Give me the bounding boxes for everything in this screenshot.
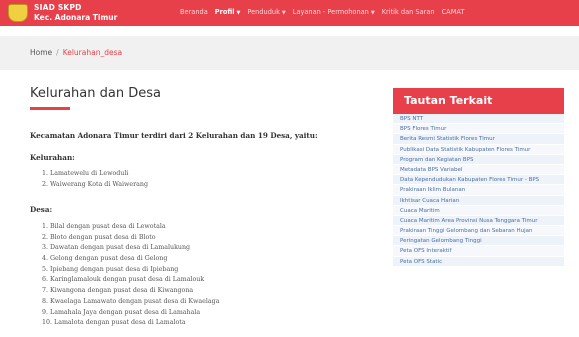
caret-down-icon: ▼ <box>281 10 286 16</box>
related-link[interactable]: Metadata BPS Variabel <box>393 164 564 176</box>
related-link[interactable]: Cuaca Maritim Area Provinsi Nusa Tenggar… <box>393 215 564 227</box>
nav-item-label: Profil <box>214 8 235 16</box>
breadcrumb: Home / Kelurahan_desa <box>30 48 122 57</box>
desa-item: 4. Gelong dengan pusat desa di Gelong <box>42 255 168 263</box>
nav-item-profil[interactable]: Profil ▼ <box>215 8 241 16</box>
nav-item-label: CAMAT <box>441 8 465 16</box>
related-link[interactable]: Prakiraan Tinggi Gelombang dan Sebaran H… <box>393 226 564 237</box>
title-underline <box>30 107 70 110</box>
related-link[interactable]: Peta OFS Interaktif <box>393 246 564 257</box>
breadcrumb-bar: Home / Kelurahan_desa <box>0 36 579 70</box>
desa-item: 8. Kwaelaga Lamawato dengan pusat desa d… <box>42 297 220 305</box>
nav-item-penduduk[interactable]: Penduduk ▼ <box>247 8 285 16</box>
nav-item-layanan-permohonan[interactable]: Layanan - Permohonan ▼ <box>293 8 375 16</box>
desa-item: 5. Ipiebang dengan pusat desa di Ipieban… <box>42 265 179 273</box>
brand[interactable]: SIAD SKPD Kec. Adonara Timur <box>8 1 148 25</box>
related-link[interactable]: Peringatan Gelombang Tinggi <box>393 236 564 247</box>
caret-down-icon: ▼ <box>370 10 375 16</box>
nav-item-label: Layanan - Permohonan <box>292 8 369 16</box>
related-link[interactable]: BPS NTT <box>393 114 564 125</box>
related-links-title: Tautan Terkait <box>393 88 564 114</box>
related-links-list: BPS NTT BPS Flores Timur Berita Resmi Stat… <box>393 114 564 267</box>
desa-item: 2. Bloto dengan pusat desa di Bloto <box>42 233 156 241</box>
related-link[interactable]: Publikasi Data Statistik Kabupaten Flore… <box>393 144 564 155</box>
desa-item: 7. Kiwangona dengan pusat desa di Kiwang… <box>42 287 194 295</box>
nav-item-beranda[interactable]: Beranda <box>180 8 208 16</box>
related-link[interactable]: Program dan Kegiatan BPS <box>393 154 564 165</box>
top-navbar: SIAD SKPD Kec. Adonara Timur Beranda Prof… <box>0 0 579 26</box>
brand-subtitle: Kec. Adonara Timur <box>34 13 118 22</box>
related-link[interactable]: Prakiraan Iklim Bulanan <box>393 185 564 196</box>
nav-item-label: Beranda <box>180 8 208 16</box>
brand-title: SIAD SKPD <box>34 3 82 12</box>
desa-item: 3. Dawatan dengan pusat desa di Lamaluku… <box>42 244 191 252</box>
kelurahan-heading: Kelurahan: <box>30 153 75 162</box>
page-title: Kelurahan dan Desa <box>30 86 161 101</box>
kelurahan-item: 1. Lamatewelu di Lewoduli <box>42 170 129 177</box>
desa-item: 9. Lamahala Jaya dengan pusat desa di La… <box>42 308 201 316</box>
breadcrumb-current: Kelurahan_desa <box>62 48 123 57</box>
breadcrumb-separator: / <box>56 48 59 57</box>
breadcrumb-home-link[interactable]: Home <box>30 48 52 57</box>
caret-down-icon: ▼ <box>236 10 241 16</box>
main-nav: Beranda Profil ▼ Penduduk ▼ Layanan - Permoho… <box>180 8 464 16</box>
related-link[interactable]: BPS Flores Timur <box>393 124 564 135</box>
nav-item-label: Penduduk <box>247 8 280 16</box>
intro-text: Kecamatan Adonara Timur terdiri dari 2 K… <box>30 131 318 140</box>
desa-item: 1. Bilal dengan pusat desa di Lewotala <box>42 223 166 230</box>
related-links-panel: Tautan Terkait BPS NTT BPS Flores Timur Be… <box>393 88 564 267</box>
desa-list: 1. Bilal dengan pusat desa di Lewotala 2.… <box>42 223 219 330</box>
regency-logo-icon <box>8 4 28 22</box>
related-link[interactable]: Berita Resmi Statistik Flores Timur <box>393 134 564 145</box>
related-link[interactable]: Peta OFS Static <box>393 256 564 267</box>
nav-item-camat[interactable]: CAMAT <box>442 8 465 16</box>
related-link[interactable]: Ikhtisar Cuaca Harian <box>393 195 564 206</box>
desa-item: 6. Karinglamalouk dengan pusat desa di L… <box>42 276 205 284</box>
main-content: Kelurahan dan Desa Kecamatan Adonara Tim… <box>30 86 370 326</box>
kelurahan-item: 2. Waiwerang Kota di Waiwerang <box>42 180 148 188</box>
related-link[interactable]: Data Kependudukan Kabupaten Flores Timur… <box>393 175 564 186</box>
desa-heading: Desa: <box>30 205 53 214</box>
related-link[interactable]: Cuaca Maritim <box>393 205 564 216</box>
nav-item-label: Kritik dan Saran <box>381 8 435 16</box>
kelurahan-list: 1. Lamatewelu di Lewoduli 2. Waiwerang Ko… <box>42 170 148 191</box>
desa-item: 10. Lamalota dengan pusat desa di Lamalo… <box>42 319 186 327</box>
nav-item-kritik-dan-saran[interactable]: Kritik dan Saran <box>382 8 435 16</box>
